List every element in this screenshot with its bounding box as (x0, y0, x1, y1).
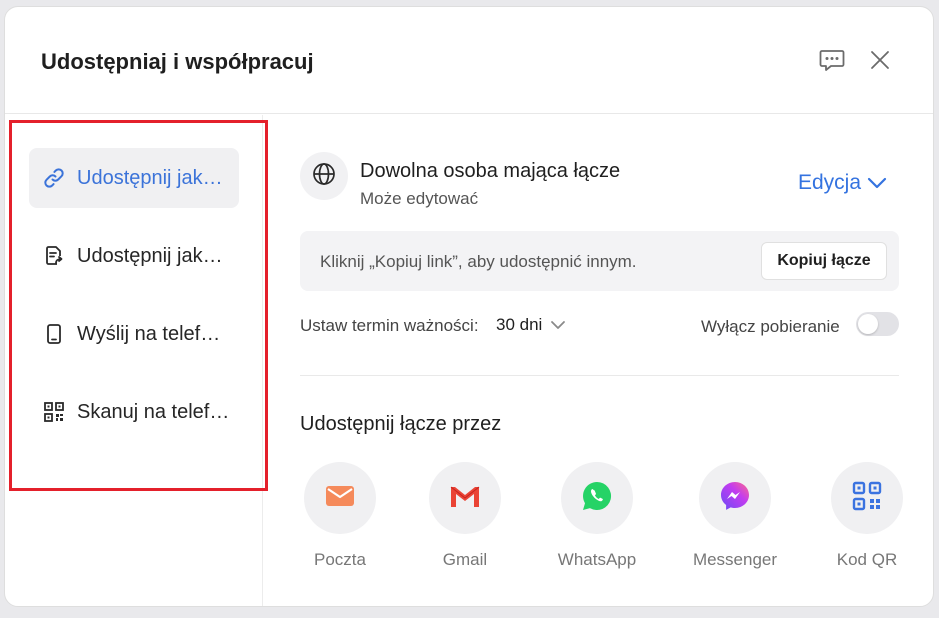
access-scope-icon-wrap (300, 152, 348, 200)
disable-download-toggle[interactable] (856, 312, 899, 336)
globe-icon (312, 162, 336, 191)
share-app-mail[interactable]: Poczta (290, 462, 390, 592)
share-app-label: Messenger (692, 550, 778, 569)
sidebar-item-share-link[interactable]: Udostępnij jak… (29, 148, 239, 208)
share-panel: Dowolna osoba mająca łącze Może edytować… (264, 115, 933, 606)
share-app-circle (561, 462, 633, 534)
expiry-value: 30 dni (496, 315, 543, 334)
access-scope-subtitle: Może edytować (360, 189, 479, 208)
share-app-circle (831, 462, 903, 534)
link-icon (43, 167, 65, 189)
copy-link-button[interactable]: Kopiuj łącze (761, 242, 887, 280)
expiry-label: Ustaw termin ważności: (300, 316, 479, 335)
share-app-circle (304, 462, 376, 534)
sidebar-item-label: Wyślij na telef… (77, 322, 221, 345)
share-app-messenger[interactable]: Messenger (685, 462, 785, 592)
whatsapp-icon (581, 480, 613, 517)
sidebar-item-label: Udostępnij jak… (77, 166, 223, 189)
chevron-down-icon (867, 171, 887, 195)
file-share-icon (43, 245, 65, 267)
permission-label: Edycja (798, 171, 862, 194)
close-button[interactable] (865, 47, 895, 77)
sidebar-item-label: Udostępnij jak… (77, 244, 223, 267)
share-app-circle (429, 462, 501, 534)
toggle-knob (858, 314, 878, 334)
share-app-whatsapp[interactable]: WhatsApp (547, 462, 647, 592)
mail-icon (325, 484, 355, 513)
phone-icon (43, 323, 65, 345)
dialog-title: Udostępniaj i współpracuj (41, 49, 314, 74)
share-app-circle (699, 462, 771, 534)
close-icon (870, 50, 890, 75)
dialog-header: Udostępniaj i współpracuj (5, 7, 933, 114)
expiry-dropdown[interactable]: 30 dni (496, 315, 566, 335)
feedback-button[interactable] (817, 47, 847, 77)
permission-dropdown[interactable]: Edycja (798, 171, 887, 195)
access-scope-title: Dowolna osoba mająca łącze (360, 160, 621, 182)
section-divider (300, 375, 899, 376)
gmail-icon (449, 483, 481, 514)
share-app-gmail[interactable]: Gmail (415, 462, 515, 592)
chevron-down-icon (550, 315, 566, 335)
sidebar-item-send-to-phone[interactable]: Wyślij na telef… (29, 304, 239, 364)
share-app-label: Kod QR (836, 550, 898, 569)
sidebar-item-label: Skanuj na telef… (77, 400, 230, 423)
link-hint: Kliknij „Kopiuj link”, aby udostępnić in… (320, 252, 637, 271)
sidebar-item-scan-to-phone[interactable]: Skanuj na telef… (29, 382, 239, 442)
link-box: Kliknij „Kopiuj link”, aby udostępnić in… (300, 231, 899, 291)
disable-download-label: Wyłącz pobieranie (701, 317, 840, 336)
share-app-label: Poczta (314, 550, 366, 569)
share-method-sidebar: Udostępnij jak… Udostępnij jak… Wyślij n… (5, 115, 268, 606)
qr-code-icon (43, 401, 65, 423)
sidebar-item-share-file[interactable]: Udostępnij jak… (29, 226, 239, 286)
feedback-icon (819, 48, 845, 77)
share-app-label: Gmail (442, 550, 488, 569)
qr-code-icon (852, 481, 882, 516)
messenger-icon (719, 480, 751, 517)
share-via-title: Udostępnij łącze przez (300, 413, 502, 435)
share-app-label: WhatsApp (557, 550, 637, 569)
share-dialog: Udostępniaj i współpracuj Udostępnij jak… (4, 6, 934, 607)
share-app-qr-code[interactable]: Kod QR (817, 462, 917, 592)
